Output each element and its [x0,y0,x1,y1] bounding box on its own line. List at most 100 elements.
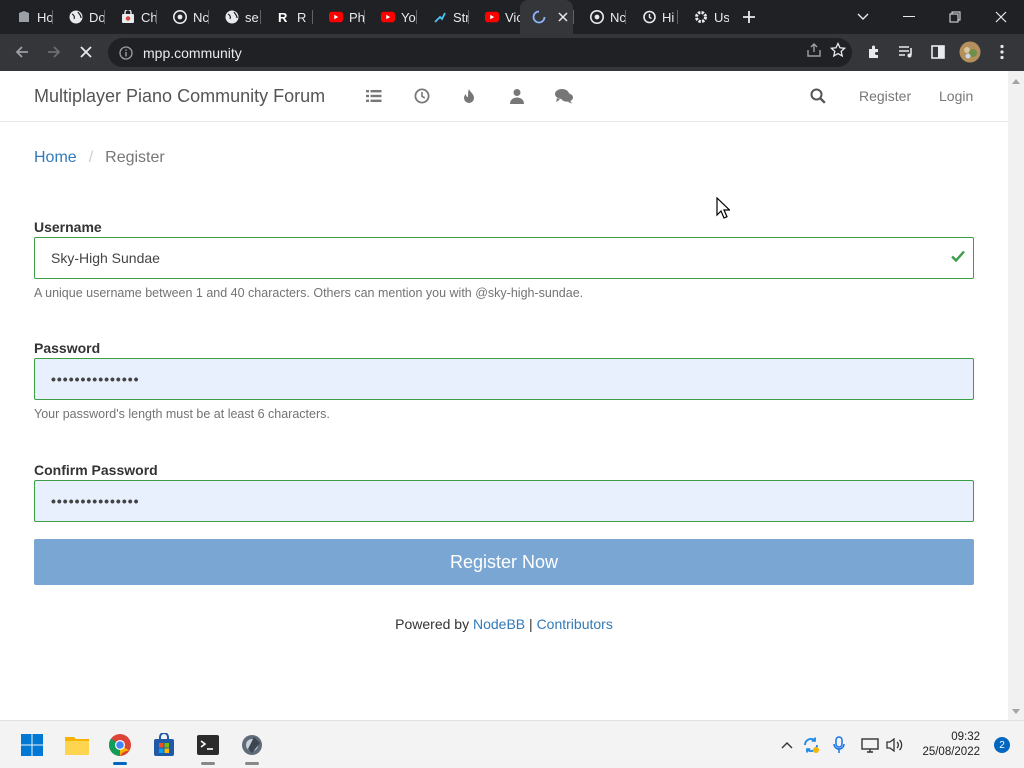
clock-time: 09:32 [951,731,980,743]
password-help-text: Your password's length must be at least … [34,407,330,421]
browser-tab[interactable]: Nc [156,0,208,34]
bookmark-star-icon[interactable] [829,41,847,63]
chrome-icon [173,10,187,24]
back-button[interactable] [6,36,38,68]
system-clock[interactable]: 09:32 25/08/2022 [922,730,980,760]
notification-badge[interactable]: 2 [994,737,1010,753]
windows-logo-icon [21,734,43,756]
browser-tab[interactable]: Ph [312,0,364,34]
breadcrumb-current: Register [105,149,165,166]
username-field[interactable]: Sky-High Sundae [34,237,974,279]
microphone-icon[interactable] [829,735,849,755]
password-field[interactable]: ••••••••••••••• [34,358,974,400]
nodebb-link[interactable]: NodeBB [473,616,525,632]
browser-tab[interactable]: Ch [104,0,156,34]
recent-clock-icon[interactable] [413,87,431,105]
restore-button[interactable] [932,0,978,34]
tab-label: Nc [193,9,208,25]
browser-tab[interactable]: Str [416,0,468,34]
site-brand[interactable]: Multiplayer Piano Community Forum [34,86,325,107]
tab-label: Ch [141,9,156,25]
contributors-link[interactable]: Contributors [537,616,613,632]
start-button[interactable] [16,729,48,761]
windows-taskbar: 09:32 25/08/2022 2 [0,720,1024,768]
wrench-globe-icon [242,735,262,755]
browser-toolbar: mpp.community [0,34,1024,71]
username-help-text: A unique username between 1 and 40 chara… [34,286,584,300]
browser-tab[interactable]: se [208,0,260,34]
scroll-up-icon[interactable] [1008,73,1024,89]
history-icon [642,10,656,24]
register-now-button[interactable]: Register Now [34,539,974,585]
svg-text:R: R [278,10,288,24]
running-indicator [201,762,215,765]
footer-separator: | [529,616,533,632]
doc-icon [17,10,31,24]
login-link[interactable]: Login [939,88,973,104]
scroll-down-icon[interactable] [1008,704,1024,720]
password-value: ••••••••••••••• [51,371,140,387]
password-label: Password [34,340,101,356]
network-monitor-icon[interactable] [860,735,880,755]
youtube-icon [329,10,343,24]
terminal-button[interactable] [192,729,224,765]
popular-fire-icon[interactable] [460,87,478,105]
profile-avatar[interactable] [954,36,986,68]
users-icon[interactable] [508,87,526,105]
clock-date: 25/08/2022 [922,746,980,758]
chrome-taskbar-button[interactable] [104,729,136,765]
extensions-button[interactable] [858,36,890,68]
browser-tab[interactable]: Yo [364,0,416,34]
browser-tab-strip: Ho Do Ch Nc se R R Ph Yo Str Vic Nc Hi Us [0,0,1024,34]
file-explorer-button[interactable] [61,729,93,761]
search-icon[interactable] [809,87,827,105]
playlist-icon [899,46,912,58]
username-value: Sky-High Sundae [51,250,160,266]
chrome-store-icon [121,10,135,24]
page-scrollbar[interactable] [1008,71,1024,720]
browser-tab[interactable]: Nc [573,0,625,34]
browser-tab[interactable]: Us [677,0,729,34]
browser-tab[interactable] [520,0,573,34]
browser-tab[interactable]: Hi [625,0,677,34]
media-controls-button[interactable] [890,36,922,68]
tools-app-button[interactable] [236,729,268,765]
volume-speaker-icon[interactable] [885,735,905,755]
register-link[interactable]: Register [859,88,911,104]
groups-chat-icon[interactable] [555,87,573,105]
puzzle-icon [869,45,878,58]
mouse-cursor-icon [716,196,731,224]
confirm-password-value: ••••••••••••••• [51,493,140,509]
close-window-button[interactable] [978,0,1024,34]
chrome-menu-button[interactable] [986,36,1018,68]
breadcrumb-home-link[interactable]: Home [34,149,77,166]
tab-label: R [297,9,307,25]
minimize-button[interactable] [886,0,932,34]
forward-button[interactable] [38,36,70,68]
browser-tab[interactable]: RR [260,0,312,34]
browser-tab[interactable]: Vic [468,0,520,34]
browser-tab[interactable]: Do [52,0,104,34]
confirm-password-field[interactable]: ••••••••••••••• [34,480,974,522]
tab-label: Yo [401,9,416,25]
plus-icon [743,11,755,23]
arrow-right-icon [48,46,61,58]
address-bar[interactable]: mpp.community [108,38,852,67]
store-bag-icon [154,733,174,756]
breadcrumb: Home / Register [34,149,165,167]
tab-search-button[interactable] [840,0,886,34]
new-tab-button[interactable] [735,0,763,34]
store-button[interactable] [148,729,180,761]
tab-close-icon[interactable] [558,9,568,26]
show-hidden-icons-chevron-up-icon[interactable] [777,735,797,755]
sync-icon[interactable] [801,735,821,755]
stop-loading-button[interactable] [70,36,102,68]
browser-tab[interactable]: Ho [0,0,52,34]
tab-label: Ph [349,9,364,25]
r-logo-icon: R [277,10,291,24]
tab-label: Vic [505,9,520,25]
share-icon[interactable] [806,42,822,63]
categories-icon[interactable] [365,87,383,105]
side-panel-button[interactable] [922,36,954,68]
tab-label: Str [453,9,468,25]
